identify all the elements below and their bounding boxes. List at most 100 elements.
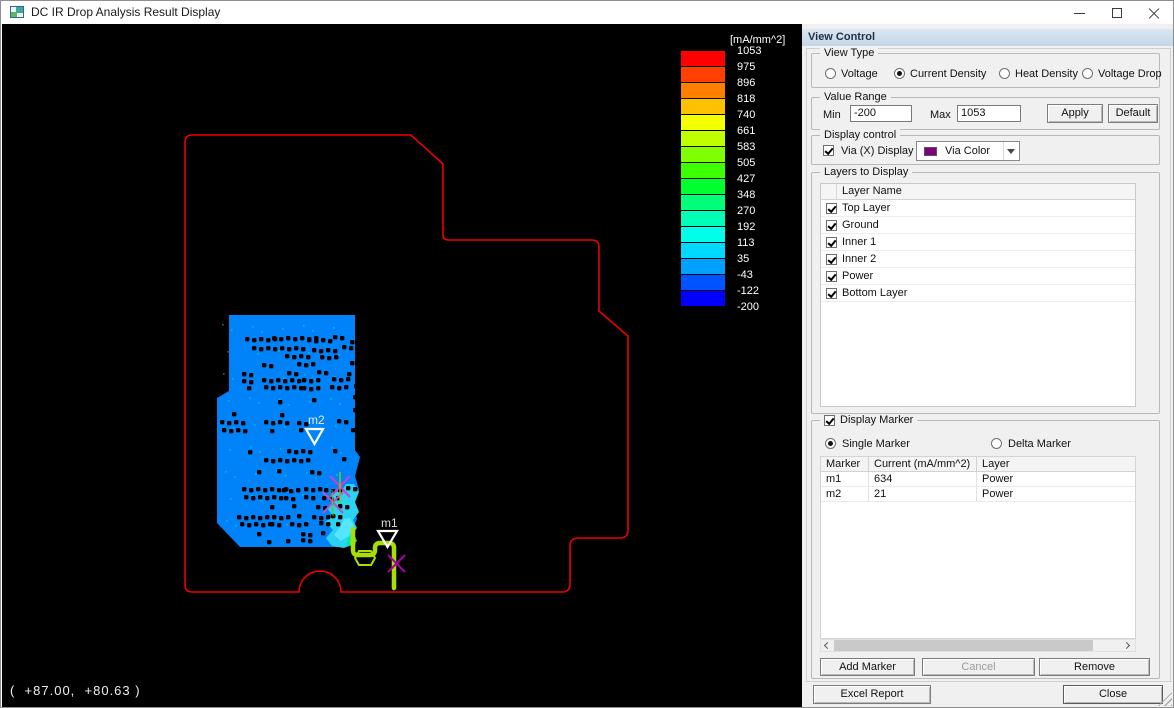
layers-group: Layers to Display Layer Name Top LayerGr… <box>811 172 1160 414</box>
layer-checkbox[interactable] <box>826 288 837 299</box>
marker-m1-label: m1 <box>381 516 398 530</box>
layer-checkbox[interactable] <box>826 203 837 214</box>
marker-cell: m1 <box>821 472 869 486</box>
view-type-group: View Type VoltageCurrent DensityHeat Den… <box>811 53 1160 88</box>
legend-swatch <box>681 83 725 98</box>
marker-cell: Power <box>977 472 1135 486</box>
close-button[interactable] <box>1135 1 1172 24</box>
marker-cell: m2 <box>821 487 869 501</box>
via-x-marker-m1 <box>388 555 405 572</box>
scroll-left-button[interactable] <box>821 640 834 651</box>
scroll-right-button[interactable] <box>1122 640 1135 651</box>
layer-checkbox[interactable] <box>826 220 837 231</box>
layer-row[interactable]: Inner 2 <box>821 251 1135 268</box>
layer-checkbox[interactable] <box>826 271 837 282</box>
display-marker-checkbox[interactable] <box>824 415 835 426</box>
legend-value: 192 <box>737 220 755 234</box>
legend-swatch <box>681 163 725 178</box>
legend-value: 661 <box>737 124 755 138</box>
legend-swatch <box>681 115 725 130</box>
legend-swatch <box>681 179 725 194</box>
layers-list-header: Layer Name <box>821 184 1135 200</box>
marker-row[interactable]: m221Power <box>821 487 1135 502</box>
chevron-right-icon <box>1123 642 1130 649</box>
excel-report-button[interactable]: Excel Report <box>813 685 931 704</box>
default-button[interactable]: Default <box>1108 104 1158 123</box>
legend-value: 113 <box>737 236 755 250</box>
layer-name: Ground <box>842 219 879 231</box>
radio-current-density[interactable]: Current Density <box>894 67 986 80</box>
minimize-icon <box>1074 13 1085 14</box>
legend-value: 583 <box>737 140 755 154</box>
marker-column-header: Layer <box>977 457 1135 471</box>
max-label: Max <box>930 109 951 121</box>
radio-voltage-drop[interactable]: Voltage Drop <box>1082 67 1162 80</box>
maximize-icon <box>1112 8 1122 18</box>
legend-swatch <box>681 291 725 306</box>
legend-swatch <box>681 147 725 162</box>
radio-icon <box>999 68 1010 79</box>
legend-swatch <box>681 227 725 242</box>
remove-button[interactable]: Remove <box>1039 658 1150 676</box>
layer-name: Bottom Layer <box>842 287 907 299</box>
legend-swatch <box>681 131 725 146</box>
display-control-group: Display control Via (X) Display Via Colo… <box>811 135 1160 165</box>
maximize-button[interactable] <box>1098 1 1135 24</box>
add-marker-button[interactable]: Add Marker <box>820 658 915 676</box>
app-icon <box>10 6 24 18</box>
via-display-checkbox[interactable] <box>823 145 834 156</box>
scrollbar-thumb[interactable] <box>834 640 1093 651</box>
layer-name: Power <box>842 270 873 282</box>
layer-checkbox[interactable] <box>826 254 837 265</box>
radio-icon <box>894 68 905 79</box>
layer-row[interactable]: Bottom Layer <box>821 285 1135 302</box>
layer-name: Inner 2 <box>842 253 876 265</box>
marker-table: MarkerCurrent (mA/mm^2)Layer m1634Powerm… <box>820 456 1136 639</box>
marker-table-hscrollbar[interactable] <box>820 639 1136 652</box>
single-marker-radio[interactable] <box>825 438 836 449</box>
delta-marker-radio[interactable] <box>991 438 1002 449</box>
apply-button[interactable]: Apply <box>1047 104 1103 123</box>
layer-row[interactable]: Inner 1 <box>821 234 1135 251</box>
via-display-label: Via (X) Display <box>841 145 914 157</box>
marker-m2-label: m2 <box>308 413 325 427</box>
marker-cell: 634 <box>869 472 977 486</box>
radio-heat-density[interactable]: Heat Density <box>999 67 1078 80</box>
layer-row[interactable]: Ground <box>821 217 1135 234</box>
via-color-dropdown[interactable]: Via Color <box>916 141 1020 161</box>
minimize-button[interactable] <box>1061 1 1098 24</box>
legend-value: 505 <box>737 156 755 170</box>
marker-row[interactable]: m1634Power <box>821 472 1135 487</box>
radio-label: Current Density <box>910 68 986 80</box>
marker-column-header: Current (mA/mm^2) <box>869 457 977 471</box>
min-input[interactable]: -200 <box>850 105 912 122</box>
legend-swatch <box>681 67 725 82</box>
legend-swatch <box>681 99 725 114</box>
layer-row[interactable]: Top Layer <box>821 200 1135 217</box>
legend-value: 270 <box>737 204 755 218</box>
power-trace <box>353 529 394 588</box>
legend-value: 975 <box>737 60 755 74</box>
layer-checkbox[interactable] <box>826 237 837 248</box>
marker-column-header: Marker <box>821 457 869 471</box>
marker-cell: Power <box>977 487 1135 501</box>
layers-group-label: Layers to Display <box>820 166 912 178</box>
color-scale-legend: [mA/mm^2] 105397589681874066158350542734… <box>681 51 725 307</box>
max-input[interactable]: 1053 <box>957 105 1021 122</box>
radio-label: Heat Density <box>1015 68 1078 80</box>
via-color-label: Via Color <box>945 145 990 157</box>
legend-swatch <box>681 211 725 226</box>
cancel-button[interactable]: Cancel <box>922 658 1035 676</box>
legend-swatch <box>681 51 725 66</box>
chevron-down-icon <box>1007 149 1015 154</box>
legend-value: 427 <box>737 172 755 186</box>
radio-voltage[interactable]: Voltage <box>825 67 878 80</box>
layer-row[interactable]: Power <box>821 268 1135 285</box>
layer-name: Inner 1 <box>842 236 876 248</box>
radio-label: Voltage <box>841 68 878 80</box>
close-dialog-button[interactable]: Close <box>1063 685 1163 704</box>
pcb-canvas[interactable]: m2 m1 [mA/mm^2] 105397589681874066158350… <box>2 24 802 708</box>
via-color-swatch <box>924 147 937 156</box>
min-label: Min <box>823 109 841 121</box>
radio-icon <box>825 68 836 79</box>
